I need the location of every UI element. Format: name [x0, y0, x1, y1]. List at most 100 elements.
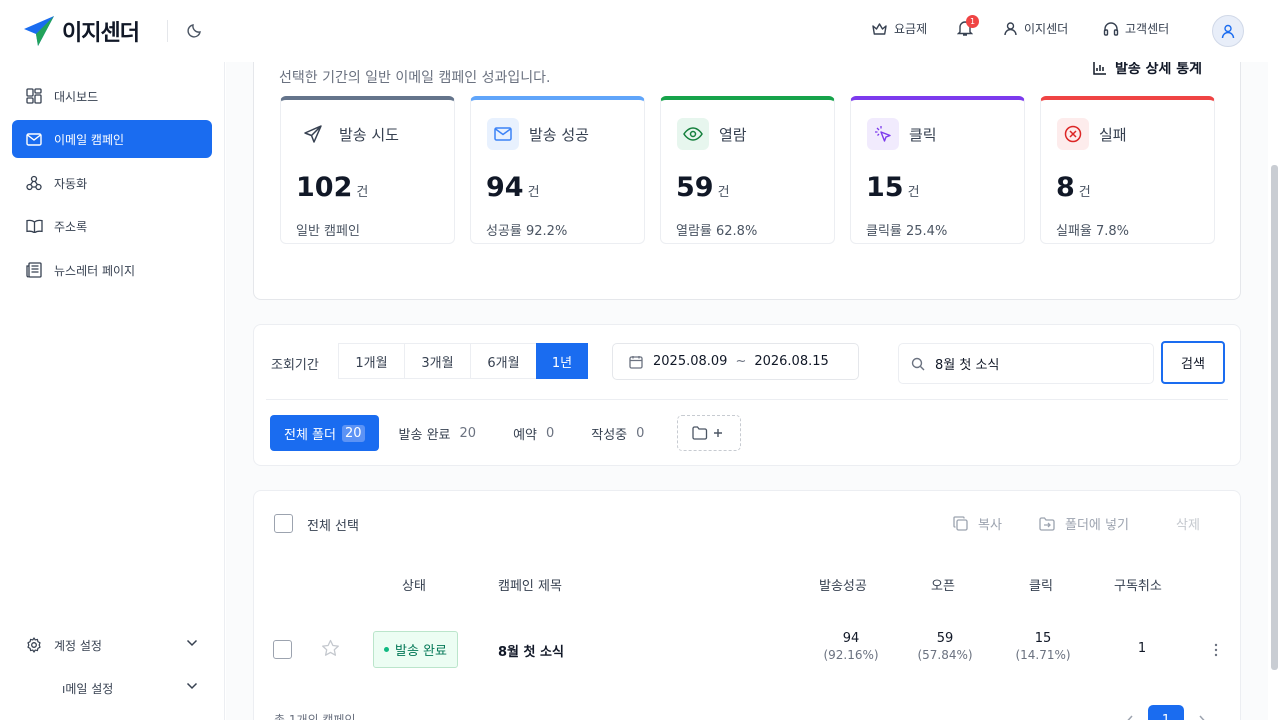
cell-unsubscribe: 1	[1137, 641, 1147, 656]
sidebar-item-email-campaign[interactable]: 이메일 캠페인	[12, 120, 212, 158]
stat-card-failed: 실패 8건 실패율 7.8%	[1040, 96, 1215, 244]
cell-click: 15 (14.71%)	[1015, 631, 1071, 662]
copy-icon	[953, 516, 968, 531]
headphones-icon	[1103, 22, 1119, 36]
pricing-link[interactable]: 요금제	[871, 20, 927, 37]
header-divider	[167, 20, 168, 42]
eye-icon	[677, 118, 709, 150]
mail-icon	[487, 118, 519, 150]
sidebar-item-newsletter[interactable]: 뉴스레터 페이지	[12, 251, 212, 289]
sidebar: 대시보드 이메일 캠페인 자동화 주소록 뉴스레터 페이지 계정 설정 ı메일 …	[0, 62, 225, 720]
stat-card-opened: 열람 59 건 열람률 62.8%	[660, 96, 835, 244]
star-icon[interactable]	[321, 639, 340, 657]
move-to-folder-button[interactable]: 폴더에 넣기	[1039, 514, 1129, 533]
avatar-user-icon	[1221, 24, 1235, 39]
period-1-month[interactable]: 1개월	[338, 343, 405, 379]
chevron-right-icon[interactable]	[1198, 715, 1206, 720]
column-header-click[interactable]: 클릭	[1029, 575, 1053, 594]
bar-chart-icon	[1093, 62, 1106, 75]
period-1-year[interactable]: 1년	[536, 343, 588, 379]
stat-value: 8건	[1056, 172, 1091, 203]
support-link[interactable]: 고객센터	[1103, 20, 1169, 37]
folder-tab-draft[interactable]: 작성중 0	[577, 415, 661, 451]
sidebar-item-account-settings[interactable]: 계정 설정	[12, 626, 212, 664]
main-content: 선택한 기간의 일반 이메일 캠페인 성과입니다. 발송 상세 통계 발송 시도…	[226, 62, 1268, 720]
detailed-stats-link[interactable]: 발송 상세 통계	[1093, 62, 1202, 78]
dashboard-icon	[26, 88, 42, 104]
period-selector: 1개월 3개월 6개월 1년	[338, 343, 588, 379]
stat-value: 59 건	[676, 172, 730, 203]
sidebar-item-address-book[interactable]: 주소록	[12, 207, 212, 245]
summary-card: 선택한 기간의 일반 이메일 캠페인 성과입니다. 발송 상세 통계 발송 시도…	[253, 62, 1241, 300]
more-vertical-icon[interactable]	[1214, 643, 1218, 657]
folder-tab-scheduled[interactable]: 예약 0	[499, 415, 571, 451]
paper-plane-logo-icon	[24, 16, 54, 46]
add-folder-button[interactable]	[677, 415, 742, 451]
dark-mode-toggle[interactable]	[187, 22, 203, 38]
select-all-label: 전체 선택	[307, 519, 359, 534]
folder-tab-all[interactable]: 전체 폴더 20	[270, 415, 379, 451]
moon-icon	[187, 24, 201, 38]
page-button-current[interactable]: 1	[1148, 705, 1184, 720]
cell-open: 59 (57.84%)	[917, 631, 973, 662]
search-icon	[911, 357, 925, 370]
top-header: 이지센더 요금제 1 이지센더 고객센터	[0, 0, 1280, 62]
select-all-checkbox[interactable]	[274, 514, 293, 533]
divider	[266, 399, 1228, 400]
user-avatar[interactable]	[1212, 15, 1244, 47]
search-button[interactable]: 검색	[1161, 341, 1225, 384]
chevron-left-icon[interactable]	[1126, 715, 1134, 720]
brand-logo[interactable]: 이지센더	[24, 15, 140, 47]
campaign-search-input[interactable]: 8월 첫 소식	[898, 343, 1154, 384]
brand-name: 이지센더	[62, 21, 140, 46]
campaign-table-card: 전체 선택 복사 폴더에 넣기 삭제 상태 캠페인 제목 발송성공 오픈 클릭 …	[253, 490, 1241, 720]
user-icon	[1004, 22, 1017, 36]
sidebar-item-dashboard[interactable]: 대시보드	[12, 77, 212, 115]
page-scrollbar[interactable]	[1271, 165, 1278, 670]
filter-card: 조회기간 1개월 3개월 6개월 1년 2025.08.09 ~ 2026.08…	[253, 324, 1241, 466]
period-6-months[interactable]: 6개월	[470, 343, 537, 379]
copy-button[interactable]: 복사	[953, 514, 1002, 533]
delete-button[interactable]: 삭제	[1176, 514, 1200, 533]
stat-value: 94 건	[486, 172, 540, 203]
calendar-icon	[629, 355, 643, 369]
date-range-picker[interactable]: 2025.08.09 ~ 2026.08.15	[612, 343, 859, 380]
stat-card-clicked: 클릭 15 건 클릭률 25.4%	[850, 96, 1025, 244]
book-icon	[25, 219, 43, 233]
cursor-click-icon	[867, 118, 899, 150]
column-header-open[interactable]: 오픈	[931, 575, 955, 594]
chevron-down-icon	[186, 682, 198, 690]
crown-icon	[872, 22, 887, 35]
total-count: 총 1개의 캠페인	[274, 713, 356, 720]
period-3-months[interactable]: 3개월	[404, 343, 471, 379]
account-link[interactable]: 이지센더	[1003, 20, 1068, 37]
column-header-title[interactable]: 캠페인 제목	[498, 575, 562, 594]
automation-icon	[26, 175, 42, 191]
stat-card-delivered: 발송 성공 94 건 성공률 92.2%	[470, 96, 645, 244]
gear-icon	[27, 637, 41, 653]
stat-card-sent: 발송 시도 102 건 일반 캠페인	[280, 96, 455, 244]
column-header-unsubscribe[interactable]: 구독취소	[1114, 575, 1162, 594]
sidebar-item-mail-settings[interactable]: ı메일 설정	[12, 669, 212, 707]
sidebar-item-automation[interactable]: 자동화	[12, 164, 212, 202]
row-checkbox[interactable]	[273, 640, 292, 659]
chevron-down-icon	[186, 639, 198, 647]
folder-tabs: 전체 폴더 20 발송 완료 20 예약 0 작성중 0	[270, 415, 742, 451]
folder-plus-icon	[692, 426, 723, 440]
newspaper-icon	[26, 262, 42, 278]
campaign-title-link[interactable]: 8월 첫 소식	[498, 641, 564, 660]
send-icon	[297, 118, 329, 150]
column-header-delivered[interactable]: 발송성공	[819, 575, 867, 594]
folder-tab-sent[interactable]: 발송 완료 20	[385, 415, 494, 451]
summary-subtitle: 선택한 기간의 일반 이메일 캠페인 성과입니다.	[279, 70, 551, 86]
x-circle-icon	[1057, 118, 1089, 150]
cell-delivered: 94 (92.16%)	[823, 631, 879, 662]
notification-badge: 1	[966, 15, 979, 28]
mail-icon	[26, 132, 42, 146]
folder-input-icon	[1039, 516, 1055, 531]
stat-value: 102 건	[296, 172, 369, 203]
column-header-status[interactable]: 상태	[402, 575, 426, 594]
status-badge: 발송 완료	[373, 631, 458, 668]
period-label: 조회기간	[271, 358, 319, 373]
stat-value: 15 건	[866, 172, 920, 203]
